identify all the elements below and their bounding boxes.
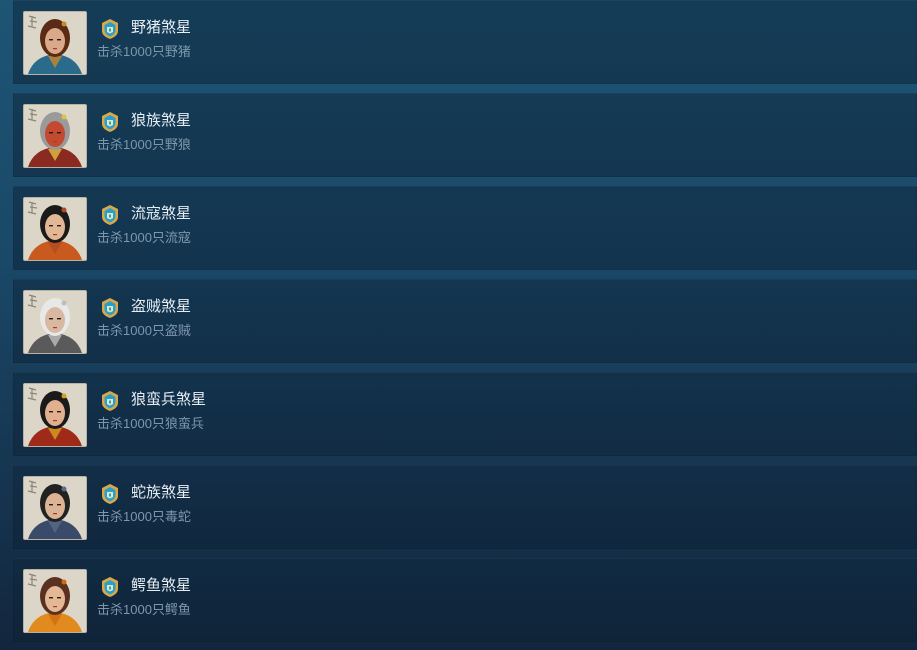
achievement-badge-icon: [100, 18, 120, 40]
achievement-row[interactable]: 蛇族煞星 击杀1000只毒蛇: [13, 465, 917, 549]
achievement-row[interactable]: 狼族煞星 击杀1000只野狼: [13, 93, 917, 177]
portrait-avatar: [23, 11, 87, 75]
achievement-title: 鳄鱼煞星: [131, 577, 192, 594]
achievement-row[interactable]: 鳄鱼煞星 击杀1000只鳄鱼: [13, 558, 917, 642]
achievement-badge-icon: [100, 390, 120, 412]
achievement-title: 流寇煞星: [131, 205, 192, 222]
achievement-row[interactable]: 野猪煞星 击杀1000只野猪: [13, 0, 917, 84]
achievement-description: 击杀1000只毒蛇: [97, 509, 191, 524]
achievement-title: 野猪煞星: [131, 19, 192, 36]
achievement-badge-icon: [100, 576, 120, 598]
achievement-title: 盗贼煞星: [131, 298, 192, 315]
achievement-title: 狼蛮兵煞星: [131, 391, 207, 408]
achievement-row[interactable]: 盗贼煞星 击杀1000只盗贼: [13, 279, 917, 363]
achievement-description: 击杀1000只野狼: [97, 137, 191, 152]
achievement-list: 野猪煞星 击杀1000只野猪 狼族煞星 击杀1000只野狼 流寇煞星 击杀100…: [0, 0, 917, 650]
achievement-description: 击杀1000只野猪: [97, 44, 191, 59]
achievement-badge-icon: [100, 111, 120, 133]
achievement-title: 狼族煞星: [131, 112, 192, 129]
achievement-description: 击杀1000只狼蛮兵: [97, 416, 204, 431]
achievement-title: 蛇族煞星: [131, 484, 192, 501]
achievement-row[interactable]: 狼蛮兵煞星 击杀1000只狼蛮兵: [13, 372, 917, 456]
achievement-description: 击杀1000只盗贼: [97, 323, 191, 338]
portrait-avatar: [23, 104, 87, 168]
achievement-badge-icon: [100, 297, 120, 319]
achievement-badge-icon: [100, 483, 120, 505]
portrait-avatar: [23, 383, 87, 447]
portrait-avatar: [23, 476, 87, 540]
achievement-description: 击杀1000只鳄鱼: [97, 602, 191, 617]
portrait-avatar: [23, 569, 87, 633]
portrait-avatar: [23, 197, 87, 261]
achievement-badge-icon: [100, 204, 120, 226]
portrait-avatar: [23, 290, 87, 354]
achievement-description: 击杀1000只流寇: [97, 230, 191, 245]
achievement-row[interactable]: 流寇煞星 击杀1000只流寇: [13, 186, 917, 270]
